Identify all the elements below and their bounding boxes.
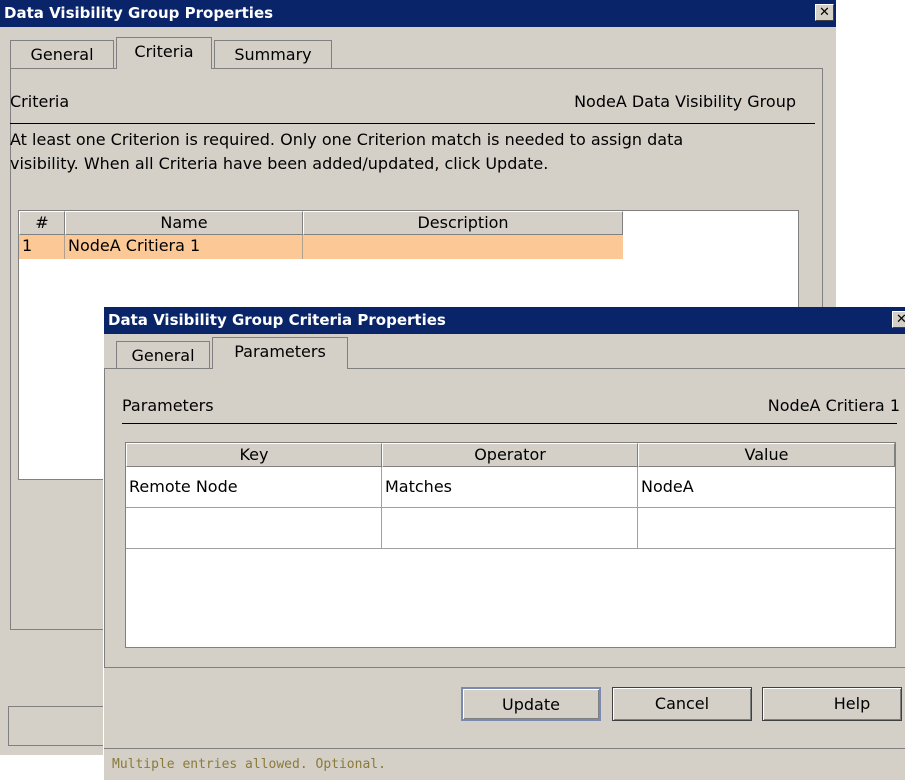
section-label: Criteria (10, 92, 70, 111)
status-bar: Multiple entries allowed. Optional. (104, 748, 905, 780)
close-icon: ✕ (819, 5, 830, 20)
tab-parameters-label: Parameters (234, 342, 326, 361)
instructions-line-2: visibility. When all Criteria have been … (10, 154, 549, 173)
row-key[interactable]: Remote Node (126, 467, 382, 507)
inner-title-bar[interactable]: Data Visibility Group Criteria Propertie… (104, 307, 905, 334)
tab-parameters[interactable]: Parameters (212, 337, 348, 369)
outer-title-bar[interactable]: Data Visibility Group Properties ✕ (0, 0, 836, 27)
table-row[interactable] (126, 508, 895, 549)
column-header-description[interactable]: Description (303, 211, 623, 235)
inner-dialog-title: Data Visibility Group Criteria Propertie… (108, 311, 446, 329)
cancel-button[interactable]: Cancel (612, 687, 752, 721)
parameters-table[interactable]: Key Operator Value Remote Node Matches N… (125, 442, 896, 648)
instructions-line-1: At least one Criterion is required. Only… (10, 130, 684, 149)
section-divider (10, 123, 815, 124)
tab-inner-general-label: General (131, 346, 195, 365)
group-name: NodeA Data Visibility Group (574, 92, 796, 111)
tab-criteria-label: Criteria (134, 42, 194, 61)
row-value[interactable] (638, 508, 895, 548)
column-header-value[interactable]: Value (638, 443, 895, 467)
parameters-section-label: Parameters (122, 396, 214, 415)
criteria-name: NodeA Critiera 1 (767, 396, 900, 415)
tab-summary[interactable]: Summary (214, 40, 332, 69)
column-header-num[interactable]: # (19, 211, 65, 235)
tab-general-label: General (30, 45, 94, 64)
help-button[interactable]: Help (762, 687, 902, 721)
tab-criteria[interactable]: Criteria (116, 37, 212, 69)
inner-close-button[interactable]: ✕ (892, 311, 905, 328)
outer-dialog-title: Data Visibility Group Properties (4, 4, 274, 22)
row-operator[interactable] (382, 508, 638, 548)
table-row[interactable]: Remote Node Matches NodeA (126, 467, 895, 508)
column-header-operator[interactable]: Operator (382, 443, 638, 467)
outer-status-field (8, 706, 108, 746)
row-operator[interactable]: Matches (382, 467, 638, 507)
row-value[interactable]: NodeA (638, 467, 895, 507)
row-name: NodeA Critiera 1 (65, 235, 303, 259)
update-button[interactable]: Update (461, 687, 601, 721)
table-row[interactable]: 1 NodeA Critiera 1 (19, 235, 623, 259)
row-description (303, 235, 623, 259)
tab-general[interactable]: General (10, 40, 114, 69)
parameters-divider (122, 423, 897, 424)
column-header-key[interactable]: Key (126, 443, 382, 467)
close-icon: ✕ (896, 312, 905, 327)
tab-summary-label: Summary (234, 45, 312, 64)
row-key[interactable] (126, 508, 382, 548)
outer-close-button[interactable]: ✕ (815, 4, 834, 21)
column-header-name[interactable]: Name (65, 211, 303, 235)
row-num: 1 (19, 235, 65, 259)
inner-dialog: Data Visibility Group Criteria Propertie… (103, 307, 905, 780)
tab-inner-general[interactable]: General (116, 341, 210, 370)
